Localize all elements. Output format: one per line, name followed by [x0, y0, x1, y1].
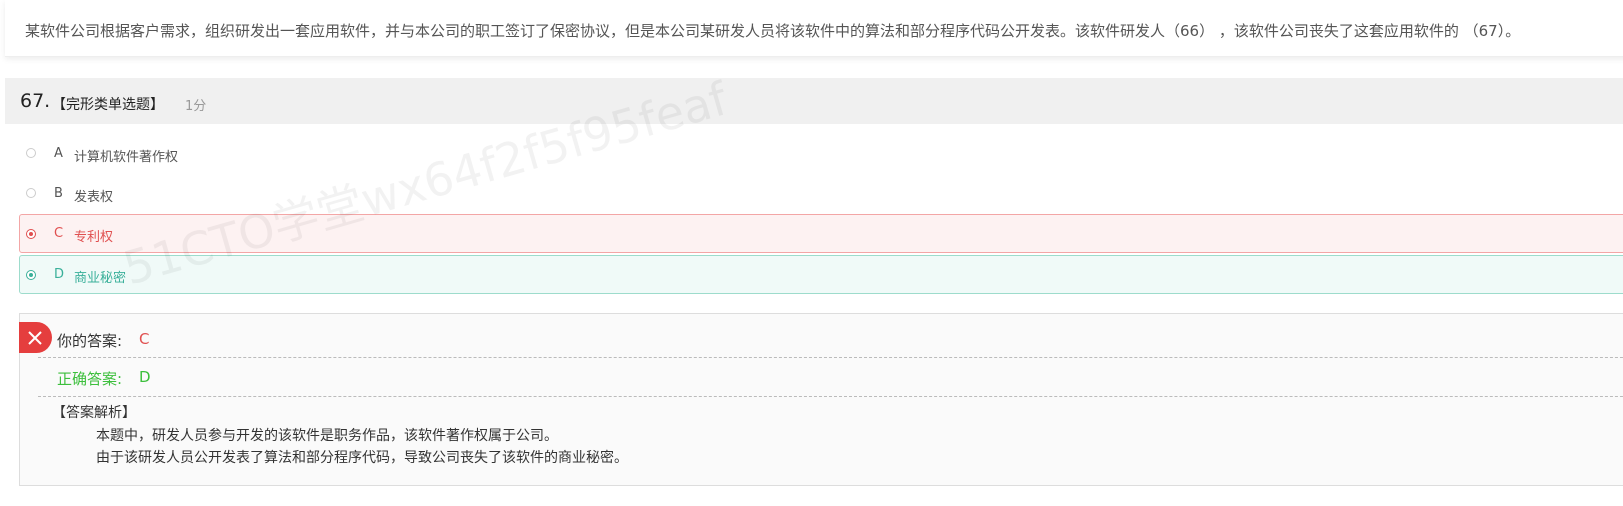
option-a[interactable]: A 计算机软件著作权: [19, 135, 1623, 171]
option-letter: A: [54, 146, 63, 161]
correct-answer-label: 正确答案:: [57, 370, 123, 388]
option-label: 专利权: [74, 230, 114, 245]
radio-button[interactable]: [26, 148, 36, 158]
option-label: 发表权: [74, 190, 114, 205]
option-letter: B: [54, 186, 63, 201]
question-number: 67.: [20, 90, 51, 112]
option-b[interactable]: B 发表权: [19, 175, 1623, 211]
analysis-line: 本题中，研发人员参与开发的该软件是职务作品，该软件著作权属于公司。: [96, 428, 558, 444]
option-c[interactable]: C 专利权: [19, 214, 1623, 253]
your-answer-label: 你的答案:: [57, 332, 123, 350]
question-score: 1分: [185, 99, 207, 114]
divider: [38, 357, 1623, 358]
analysis-title: 【答案解析】: [52, 405, 136, 421]
option-label: 计算机软件著作权: [74, 150, 179, 165]
option-label: 商业秘密: [74, 271, 127, 286]
question-header: 67. 【完形类单选题】 1分: [5, 78, 1623, 124]
option-d[interactable]: D 商业秘密: [19, 255, 1623, 294]
divider: [38, 396, 1623, 397]
question-stem-text: 某软件公司根据客户需求，组织研发出一套应用软件，并与本公司的职工签订了保密协议，…: [25, 22, 1521, 40]
wrong-badge: [19, 322, 52, 353]
your-answer-value: C: [139, 330, 150, 348]
option-letter: D: [54, 267, 65, 282]
correct-answer-value: D: [139, 368, 151, 386]
analysis-line: 由于该研发人员公开发表了算法和部分程序代码，导致公司丧失了该软件的商业秘密。: [96, 450, 628, 466]
answer-panel: 你的答案: C 正确答案: D 【答案解析】 本题中，研发人员参与开发的该软件是…: [19, 313, 1623, 486]
close-icon: [28, 331, 42, 345]
option-letter: C: [54, 226, 64, 241]
question-type: 【完形类单选题】: [52, 97, 164, 113]
radio-button-selected[interactable]: [26, 270, 36, 280]
question-stem: 某软件公司根据客户需求，组织研发出一套应用软件，并与本公司的职工签订了保密协议，…: [5, 0, 1623, 57]
radio-button-selected[interactable]: [26, 229, 36, 239]
radio-button[interactable]: [26, 188, 36, 198]
